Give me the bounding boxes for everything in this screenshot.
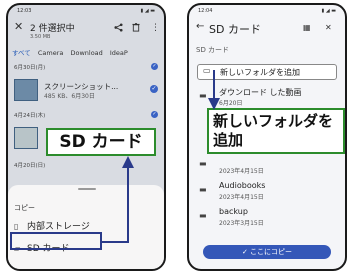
more-options-icon[interactable]: ⋮ xyxy=(151,23,160,33)
grid-view-icon[interactable]: ▦ xyxy=(303,23,311,32)
status-time: 12:03 xyxy=(17,8,32,14)
close-icon[interactable]: ✕ xyxy=(325,23,332,32)
new-folder-callout: 新しいフォルダを追加 xyxy=(207,108,345,154)
selection-size: 3.50 MB xyxy=(30,34,51,40)
tab-camera[interactable]: Camera xyxy=(38,49,64,57)
folder-icon: ▭ xyxy=(203,66,211,75)
folder-icon: ▬ xyxy=(199,159,207,168)
copy-here-button[interactable]: ✓ ここにコピー xyxy=(203,245,331,259)
file-item[interactable]: スクリーンショット... 485 KB、6月30日 ✓ xyxy=(14,77,158,105)
folder-date: 2023年4月15日 xyxy=(219,168,264,175)
internal-storage-option[interactable]: ▯ 内部ストレージ xyxy=(14,219,90,233)
file-thumbnail xyxy=(14,127,38,149)
folder-name: ダウンロード した動画 xyxy=(219,88,302,97)
status-time: 12:04 xyxy=(198,8,213,14)
status-bar: 12:04 ▮ ◢ ▬ xyxy=(189,5,345,17)
date-label: 4月20日(日) xyxy=(14,163,46,169)
date-label: 4月24日(木) xyxy=(14,113,46,119)
share-icon[interactable] xyxy=(114,23,123,35)
add-new-folder-button[interactable]: ▭ 新しいフォルダを追加 xyxy=(197,64,337,80)
tab-all[interactable]: すべて xyxy=(12,49,31,57)
folder-item[interactable]: ▬ 2023年4月15日 xyxy=(197,153,337,181)
date-header: 4月20日(日) xyxy=(14,161,158,172)
folder-tabs: すべて Camera Download IdeaP xyxy=(12,47,164,59)
check-icon[interactable]: ✓ xyxy=(151,111,158,118)
folder-item[interactable]: ▬ backup 2023年3月15日 xyxy=(197,205,337,233)
date-label: 6月30日(月) xyxy=(14,65,46,71)
sheet-handle[interactable] xyxy=(78,188,96,190)
add-folder-label: 新しいフォルダを追加 xyxy=(220,68,300,77)
selection-header: ✕ 2 件選択中 3.50 MB ⋮ xyxy=(8,17,164,47)
tab-download[interactable]: Download xyxy=(70,49,102,57)
folder-date: 6月20日 xyxy=(219,100,243,107)
date-header: 4月24日(木) ✓ xyxy=(14,111,158,122)
close-icon[interactable]: ✕ xyxy=(14,20,23,33)
selection-count: 2 件選択中 xyxy=(30,24,75,34)
folder-name: backup xyxy=(219,207,248,216)
file-meta: 485 KB、6月30日 xyxy=(44,93,95,100)
status-bar: 12:03 ▮ ◢ ▬ xyxy=(8,5,164,17)
breadcrumb: SD カード xyxy=(196,46,230,54)
sd-card-highlight xyxy=(10,232,102,250)
check-icon[interactable]: ✓ xyxy=(151,63,158,70)
back-arrow-icon[interactable]: ← xyxy=(196,21,204,32)
folder-item[interactable]: ▬ Audiobooks 2023年4月15日 xyxy=(197,179,337,207)
file-thumbnail xyxy=(14,79,38,101)
tab-ideap[interactable]: IdeaP xyxy=(110,49,128,57)
phone-icon: ▯ xyxy=(14,222,19,231)
folder-icon: ▬ xyxy=(199,211,207,220)
folder-icon: ▬ xyxy=(199,185,207,194)
page-title: SD カード xyxy=(209,23,261,36)
copy-bottom-sheet: コピー ▯ 内部ストレージ ▱ SD カード xyxy=(8,185,164,269)
status-icons: ▮ ◢ ▬ xyxy=(140,8,156,14)
sd-card-callout: SD カード xyxy=(46,128,156,156)
status-icons: ▮ ◢ ▬ xyxy=(321,8,337,14)
folder-header: ← SD カード ▦ ✕ xyxy=(189,19,345,39)
date-header: 6月30日(月) ✓ xyxy=(14,63,158,74)
folder-icon: ▬ xyxy=(199,91,207,100)
folder-date: 2023年4月15日 xyxy=(219,194,264,201)
sheet-title: コピー xyxy=(14,204,35,212)
folder-date: 2023年3月15日 xyxy=(219,220,264,227)
check-icon[interactable]: ✓ xyxy=(150,85,158,93)
folder-name: Audiobooks xyxy=(219,181,266,190)
delete-icon[interactable] xyxy=(132,23,140,35)
internal-storage-label: 内部ストレージ xyxy=(27,222,90,232)
